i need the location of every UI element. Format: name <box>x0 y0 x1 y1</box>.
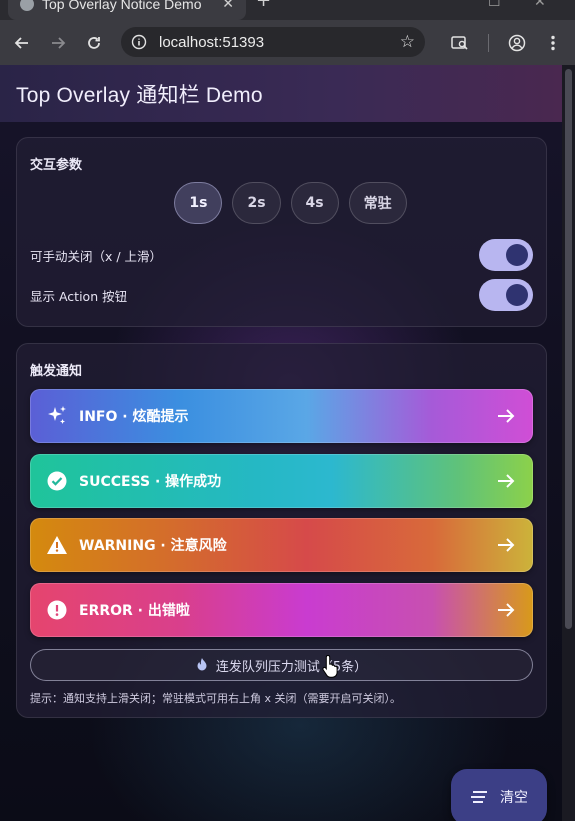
scrollbar-thumb[interactable] <box>565 69 572 629</box>
address-bar[interactable]: localhost:51393 ☆ <box>121 27 425 57</box>
reload-button[interactable] <box>76 25 112 61</box>
duration-chip-permanent[interactable]: 常驻 <box>348 182 407 224</box>
duration-chips: 1s 2s 4s 常驻 <box>17 182 546 224</box>
forward-button[interactable] <box>40 25 76 61</box>
browser-tabstrip: Top Overlay Notice Demo ✕ + ☐ ✕ <box>0 0 575 20</box>
toolbar-right <box>442 20 575 65</box>
site-info-icon[interactable] <box>131 34 147 50</box>
bookmark-star-icon[interactable]: ☆ <box>400 32 415 52</box>
warning-notify-label: WARNING · 注意风险 <box>79 538 227 554</box>
show-action-row: 显示 Action 按钮 <box>30 279 533 311</box>
sparkle-icon <box>45 404 69 428</box>
trigger-card: 触发通知 INFO · 炫酷提示 SUCCESS · 操作成功 WARNING … <box>16 343 547 718</box>
hint-text: 提示：通知支持上滑关闭；常驻模式可用右上角 x 关闭（需要开启可关闭）。 <box>30 692 402 705</box>
tab-title: Top Overlay Notice Demo <box>42 0 202 12</box>
stress-test-button[interactable]: 连发队列压力测试（5条） <box>30 649 533 681</box>
back-button[interactable] <box>4 25 40 61</box>
toolbar-separator <box>488 33 489 52</box>
window-close-icon[interactable]: ✕ <box>534 0 546 10</box>
show-action-switch[interactable] <box>479 279 533 311</box>
browser-tab[interactable]: Top Overlay Notice Demo ✕ <box>8 0 246 20</box>
info-notify-button[interactable]: INFO · 炫酷提示 <box>30 389 533 443</box>
maximize-icon[interactable]: ☐ <box>488 0 501 10</box>
error-icon <box>45 598 69 622</box>
clear-fab[interactable]: 清空 <box>451 769 547 821</box>
trigger-card-title: 触发通知 <box>30 364 83 379</box>
fire-icon <box>197 658 207 671</box>
params-card: 交互参数 1s 2s 4s 常驻 可手动关闭（x / 上滑） 显示 Action… <box>16 137 547 327</box>
tab-favicon-icon <box>20 0 34 11</box>
duration-chip-1s[interactable]: 1s <box>174 182 223 224</box>
reload-icon <box>88 36 100 49</box>
hand-cursor-icon <box>322 654 338 678</box>
arrow-right-icon <box>498 603 515 617</box>
arrow-right-icon <box>498 409 515 423</box>
clear-fab-label: 清空 <box>500 790 528 806</box>
new-tab-button[interactable]: + <box>256 0 271 11</box>
browser-toolbar: localhost:51393 ☆ <box>0 20 575 65</box>
app-bar: Top Overlay 通知栏 Demo <box>0 65 562 122</box>
page-title: Top Overlay 通知栏 Demo <box>16 83 263 107</box>
profile-button[interactable] <box>499 25 535 61</box>
search-tab-button[interactable] <box>442 25 478 61</box>
params-card-title: 交互参数 <box>30 158 83 173</box>
success-notify-label: SUCCESS · 操作成功 <box>79 474 222 490</box>
success-notify-button[interactable]: SUCCESS · 操作成功 <box>30 454 533 508</box>
duration-chip-2s[interactable]: 2s <box>232 182 281 224</box>
kebab-menu-icon <box>551 35 555 50</box>
profile-icon <box>508 34 526 51</box>
tab-close-icon[interactable]: ✕ <box>222 0 234 12</box>
dismissible-label: 可手动关闭（x / 上滑） <box>30 248 163 264</box>
page-scrollbar[interactable] <box>562 65 575 821</box>
warning-icon <box>45 533 69 557</box>
menu-button[interactable] <box>535 25 571 61</box>
error-notify-label: ERROR · 出错啦 <box>79 603 190 619</box>
show-action-label: 显示 Action 按钮 <box>30 288 128 304</box>
arrow-right-icon <box>498 538 515 552</box>
dismissible-row: 可手动关闭（x / 上滑） <box>30 239 533 271</box>
url-text: localhost:51393 <box>159 33 265 51</box>
search-tab-icon <box>451 35 468 50</box>
warning-notify-button[interactable]: WARNING · 注意风险 <box>30 518 533 572</box>
arrow-right-icon <box>498 474 515 488</box>
back-arrow-icon <box>14 36 28 49</box>
page-viewport: Top Overlay 通知栏 Demo 交互参数 1s 2s 4s 常驻 可手… <box>0 65 562 821</box>
stress-test-label: 连发队列压力测试（5条） <box>215 659 368 675</box>
forward-arrow-icon <box>52 36 66 49</box>
switch-knob <box>506 284 528 306</box>
switch-knob <box>506 244 528 266</box>
dismissible-switch[interactable] <box>479 239 533 271</box>
clear-all-icon <box>471 791 487 803</box>
duration-chip-4s[interactable]: 4s <box>290 182 339 224</box>
check-circle-icon <box>45 469 69 493</box>
info-notify-label: INFO · 炫酷提示 <box>79 409 189 425</box>
error-notify-button[interactable]: ERROR · 出错啦 <box>30 583 533 637</box>
